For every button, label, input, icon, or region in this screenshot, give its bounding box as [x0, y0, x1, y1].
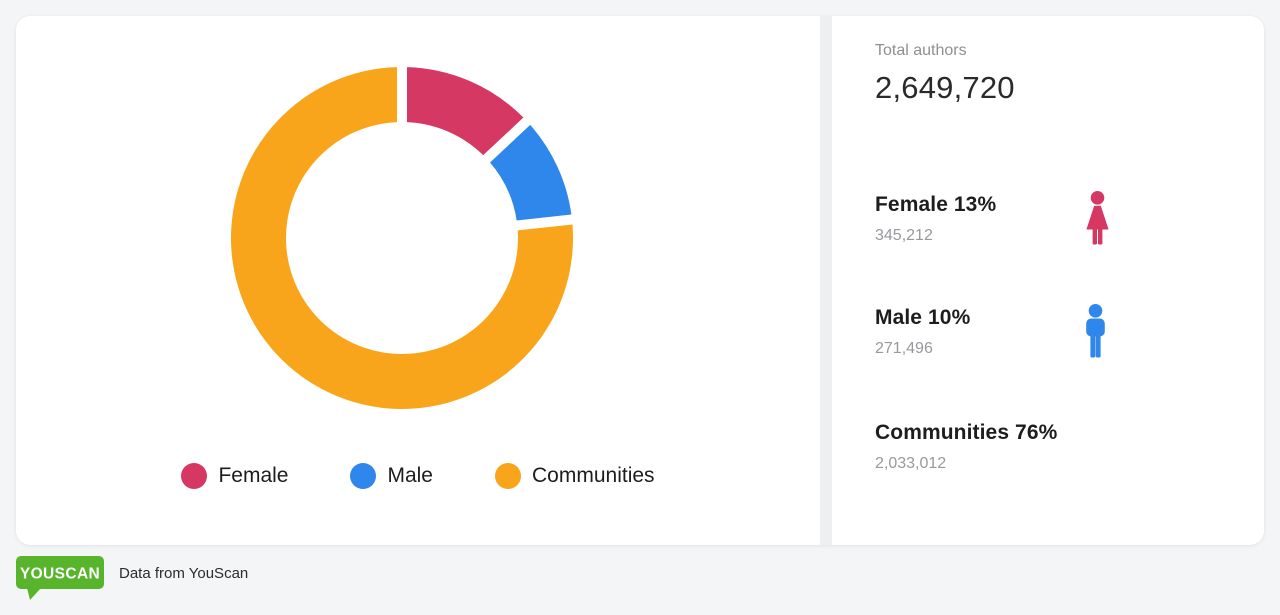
attribution-text: Data from YouScan	[119, 556, 248, 582]
communities-percent-label: Communities 76%	[875, 420, 1215, 446]
youscan-logo-icon: YOUSCAN	[16, 556, 108, 606]
stats-panel: Total authors 2,649,720 Female 13% 345,2…	[832, 16, 1264, 545]
donut-chart	[16, 16, 820, 446]
donut-chart-area: Female Male Communities	[16, 16, 820, 545]
female-count: 345,212	[875, 227, 1215, 245]
female-percent-label: Female 13%	[875, 192, 1215, 218]
panel-divider	[820, 16, 832, 545]
female-legend-dot-icon	[181, 463, 207, 489]
donut-segment-female[interactable]	[407, 67, 523, 155]
stat-row-male: Male 10% 271,496	[875, 305, 1215, 358]
page: Female Male Communities Total authors 2,…	[0, 0, 1280, 615]
communities-legend-dot-icon	[495, 463, 521, 489]
male-count: 271,496	[875, 340, 1215, 358]
authors-widget-card: Female Male Communities Total authors 2,…	[16, 16, 1264, 545]
male-percent-label: Male 10%	[875, 305, 1215, 331]
chart-legend: Female Male Communities	[16, 463, 820, 489]
communities-count: 2,033,012	[875, 455, 1215, 473]
total-authors-label: Total authors	[875, 42, 967, 60]
legend-label: Male	[387, 464, 433, 488]
legend-label: Female	[218, 464, 288, 488]
female-icon	[1082, 191, 1113, 250]
stat-row-communities: Communities 76% 2,033,012	[875, 420, 1215, 473]
attribution-footer: YOUSCAN Data from YouScan	[16, 556, 248, 606]
legend-label: Communities	[532, 464, 655, 488]
legend-item-male[interactable]: Male	[350, 463, 433, 489]
svg-text:YOUSCAN: YOUSCAN	[20, 566, 100, 583]
donut-segment-male[interactable]	[490, 125, 571, 221]
total-authors-value: 2,649,720	[875, 70, 1015, 106]
stat-row-female: Female 13% 345,212	[875, 192, 1215, 245]
male-legend-dot-icon	[350, 463, 376, 489]
male-icon	[1082, 304, 1109, 363]
legend-item-female[interactable]: Female	[181, 463, 288, 489]
legend-item-communities[interactable]: Communities	[495, 463, 655, 489]
